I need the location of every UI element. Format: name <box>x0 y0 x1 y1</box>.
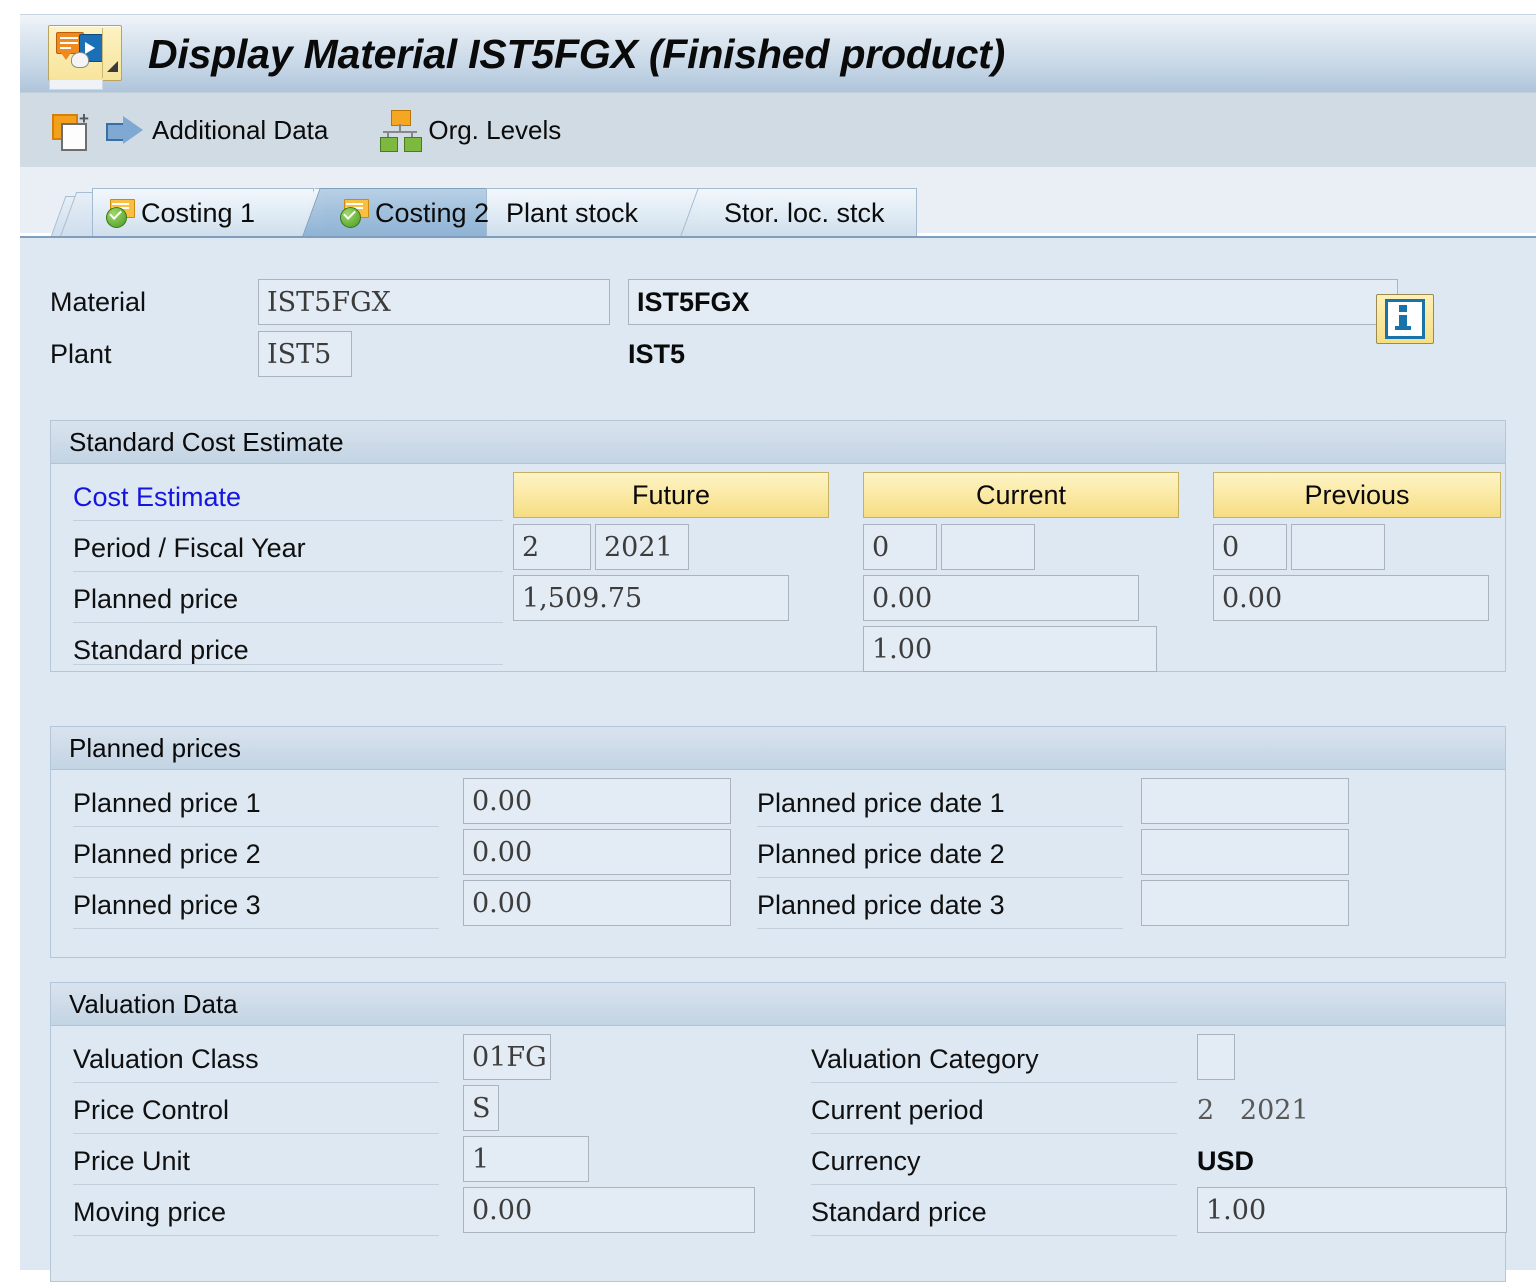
info-button[interactable] <box>1376 294 1434 344</box>
planned-price-2-label: Planned price 2 <box>73 838 261 869</box>
currency-label: Currency <box>811 1145 921 1176</box>
column-button-previous[interactable]: Previous <box>1213 472 1501 518</box>
column-button-current[interactable]: Current <box>863 472 1179 518</box>
tab-plant-stock[interactable]: Plant stock <box>486 188 710 237</box>
info-icon <box>1385 299 1425 339</box>
arrow-right-icon <box>106 116 146 144</box>
planned-price-2-field[interactable]: 0.00 <box>463 829 731 875</box>
currency-value: USD <box>1197 1145 1255 1176</box>
previous-planned-price-field[interactable]: 0.00 <box>1213 575 1489 621</box>
valuation-class-label: Valuation Class <box>73 1043 259 1074</box>
planned-price-3-field[interactable]: 0.00 <box>463 880 731 926</box>
standard-price-label-right: Standard price <box>811 1196 987 1227</box>
org-levels-icon <box>378 110 423 152</box>
plant-label: Plant <box>50 338 112 369</box>
planned-price-date-1-field[interactable] <box>1141 778 1349 824</box>
valuation-data-body: Valuation Class 01FG Price Control S Pri… <box>51 1026 1507 1282</box>
planned-price-date-3-field[interactable] <box>1141 880 1349 926</box>
left-gutter <box>0 0 20 1268</box>
plant-description-text: IST5 <box>628 338 686 369</box>
current-period-label: Current period <box>811 1094 984 1125</box>
window-title-bar: Display Material IST5FGX (Finished produ… <box>20 14 1536 93</box>
header-fields: Material IST5FGX IST5FGX Plant IST5 IST5 <box>50 276 1500 380</box>
content-area: Material IST5FGX IST5FGX Plant IST5 IST5… <box>20 236 1536 1282</box>
additional-data-icon: + <box>52 110 102 151</box>
toolbar-label-org-levels: Org. Levels <box>428 114 562 145</box>
plant-key-field[interactable]: IST5 <box>258 331 352 377</box>
standard-cost-estimate-body: Cost Estimate Period / Fiscal Year Plann… <box>51 464 1505 672</box>
current-period-field[interactable]: 0 <box>863 524 937 570</box>
toolbar-button-org-levels[interactable]: Org. Levels <box>338 93 571 167</box>
material-description-field[interactable]: IST5FGX <box>628 279 1398 325</box>
toolbar-button-additional-data[interactable]: + Additional Data <box>20 93 338 167</box>
application-toolbar: + Additional Data Org. Levels <box>20 92 1536 167</box>
tab-label-plant-stock: Plant stock <box>506 197 639 228</box>
planned-price-1-field[interactable]: 0.00 <box>463 778 731 824</box>
current-period-value: 2 2021 <box>1197 1094 1309 1126</box>
toolbar-label-additional-data: Additional Data <box>152 114 329 145</box>
tab-strip: Costing 1 Costing 2 Plant stock Stor. lo… <box>40 185 1520 237</box>
planned-price-label: Planned price <box>73 583 239 614</box>
costing-tab-icon <box>106 199 136 228</box>
material-display-icon <box>48 25 122 90</box>
future-fiscal-year-field[interactable]: 2021 <box>595 524 689 570</box>
tab-label-stor-loc-stck: Stor. loc. stck <box>724 197 885 228</box>
standard-cost-estimate-title: Standard Cost Estimate <box>51 421 1505 464</box>
column-button-future[interactable]: Future <box>513 472 829 518</box>
planned-prices-title: Planned prices <box>51 727 1505 770</box>
planned-price-date-3-label: Planned price date 3 <box>757 889 1005 920</box>
valuation-category-label: Valuation Category <box>811 1043 1039 1074</box>
material-key-field[interactable]: IST5FGX <box>258 279 610 325</box>
planned-price-date-2-label: Planned price date 2 <box>757 838 1005 869</box>
price-unit-label: Price Unit <box>73 1145 191 1176</box>
previous-period-field[interactable]: 0 <box>1213 524 1287 570</box>
previous-fiscal-year-field[interactable] <box>1291 524 1385 570</box>
planned-price-date-1-label: Planned price date 1 <box>757 787 1005 818</box>
planned-price-1-label: Planned price 1 <box>73 787 261 818</box>
planned-price-3-label: Planned price 3 <box>73 889 261 920</box>
price-unit-field[interactable]: 1 <box>463 1136 589 1182</box>
valuation-data-group: Valuation Data Valuation Class 01FG Pric… <box>50 982 1507 1282</box>
moving-price-field[interactable]: 0.00 <box>463 1187 755 1233</box>
planned-prices-group: Planned prices Planned price 1 0.00 Plan… <box>50 726 1506 958</box>
valuation-category-field[interactable] <box>1197 1034 1235 1080</box>
standard-cost-estimate-group: Standard Cost Estimate Cost Estimate Per… <box>50 420 1506 672</box>
current-fiscal-year-field[interactable] <box>941 524 1035 570</box>
standard-price-label: Standard price <box>73 634 249 665</box>
valuation-class-field[interactable]: 01FG <box>463 1034 551 1080</box>
price-control-field[interactable]: S <box>463 1085 499 1131</box>
period-fiscal-year-label: Period / Fiscal Year <box>73 532 306 563</box>
moving-price-label: Moving price <box>73 1196 227 1227</box>
current-planned-price-field[interactable]: 0.00 <box>863 575 1139 621</box>
tab-label-costing-1: Costing 1 <box>141 197 256 228</box>
material-label: Material <box>50 286 147 317</box>
future-period-field[interactable]: 2 <box>513 524 591 570</box>
cost-estimate-link[interactable]: Cost Estimate <box>73 474 241 520</box>
costing-tab-icon <box>340 199 370 228</box>
tab-stor-loc-stck[interactable]: Stor. loc. stck <box>680 188 917 237</box>
planned-price-date-2-field[interactable] <box>1141 829 1349 875</box>
plant-row: Plant IST5 IST5 <box>50 328 1500 380</box>
tab-costing-1[interactable]: Costing 1 <box>92 188 350 237</box>
valuation-data-title: Valuation Data <box>51 983 1505 1026</box>
standard-price-field-right[interactable]: 1.00 <box>1197 1187 1507 1233</box>
current-standard-price-field[interactable]: 1.00 <box>863 626 1157 672</box>
tab-label-costing-2: Costing 2 <box>375 197 490 228</box>
price-control-label: Price Control <box>73 1094 230 1125</box>
page-title: Display Material IST5FGX (Finished produ… <box>148 30 1006 77</box>
planned-prices-body: Planned price 1 0.00 Planned price date … <box>51 770 1505 958</box>
tab-costing-2[interactable]: Costing 2 <box>302 188 533 237</box>
future-planned-price-field[interactable]: 1,509.75 <box>513 575 789 621</box>
sap-screen: Display Material IST5FGX (Finished produ… <box>0 0 1536 1282</box>
material-row: Material IST5FGX IST5FGX <box>50 276 1500 328</box>
